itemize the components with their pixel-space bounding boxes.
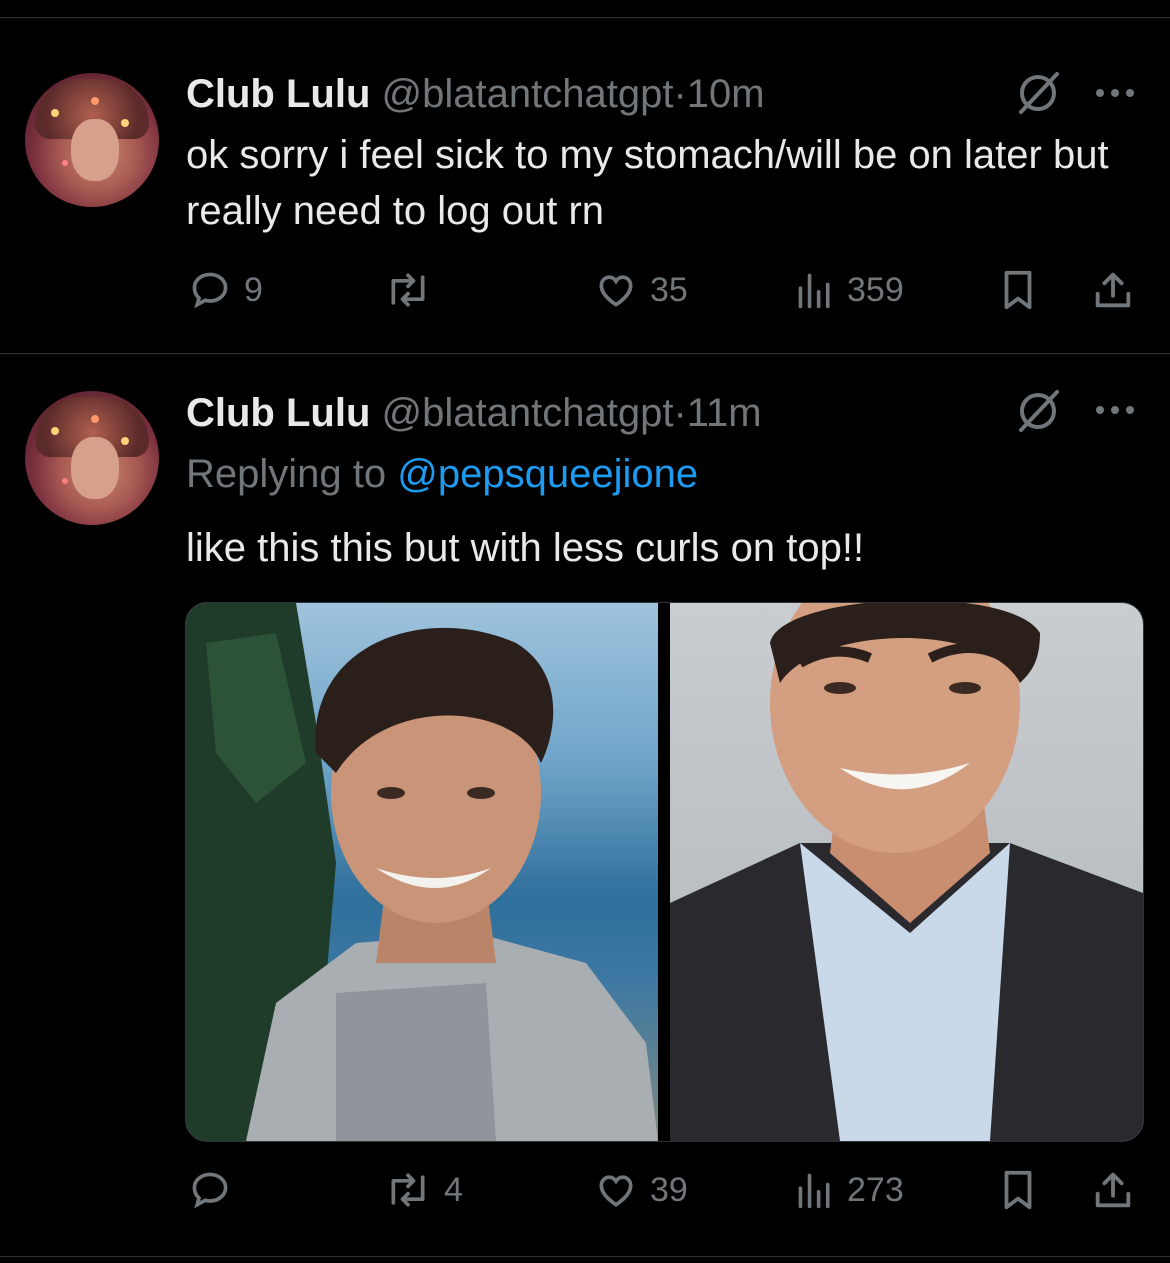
like-count: 35 [650,270,688,309]
reply-button[interactable] [188,1165,244,1215]
tweet-actions: 4 39 273 [0,1165,1170,1215]
like-count: 39 [650,1170,688,1209]
repost-count: 4 [444,1170,463,1209]
replying-to: Replying to @pepsqueejione [186,452,698,497]
user-handle[interactable]: @blatantchatgpt [382,72,674,116]
user-handle[interactable]: @blatantchatgpt [382,391,674,435]
tweet-divider [0,353,1170,354]
bottom-divider [0,1256,1170,1257]
replying-label: Replying to [186,452,387,496]
media-grid[interactable] [185,602,1144,1142]
mention-link[interactable]: @pepsqueejione [397,452,698,496]
repost-icon [391,273,425,307]
reply-count: 9 [244,270,263,309]
bookmark-icon[interactable] [998,267,1038,313]
tweet-header: Club Lulu @blatantchatgpt·11m [186,393,762,433]
share-icon[interactable] [1090,1167,1136,1213]
reply-icon [192,1172,228,1209]
separator-dot: · [673,391,687,435]
display-name[interactable]: Club Lulu [186,72,370,116]
like-button[interactable]: 39 [594,1165,688,1215]
avatar[interactable] [25,73,159,207]
media-photo-left[interactable] [186,603,658,1141]
like-button[interactable]: 35 [594,265,688,315]
more-options-icon[interactable] [1093,403,1139,417]
media-photo-right[interactable] [670,603,1143,1141]
reply-icon [192,272,228,309]
repost-icon [391,1173,425,1207]
tweet-text: like this this but with less curls on to… [186,526,865,570]
timestamp[interactable]: 10m [687,72,765,116]
views-button[interactable]: 359 [795,265,904,315]
grok-icon[interactable] [1015,388,1061,434]
tweet-actions: 9 35 359 [0,265,1170,315]
grok-icon[interactable] [1015,70,1061,116]
views-button[interactable]: 273 [795,1165,904,1215]
views-count: 359 [847,270,904,309]
top-divider [0,17,1170,18]
avatar[interactable] [25,391,159,525]
views-count: 273 [847,1170,904,1209]
heart-icon [599,1175,633,1207]
repost-button[interactable] [384,265,444,315]
tweet-text: ok sorry i feel sick to my stomach/will … [186,133,1109,233]
share-icon[interactable] [1090,267,1136,313]
analytics-icon [798,273,830,309]
heart-icon [599,275,633,307]
tweet-header: Club Lulu @blatantchatgpt·10m [186,74,765,114]
analytics-icon [798,1173,830,1209]
bookmark-icon[interactable] [998,1167,1038,1213]
more-options-icon[interactable] [1093,86,1139,100]
display-name[interactable]: Club Lulu [186,391,370,435]
separator-dot: · [673,72,687,116]
reply-button[interactable]: 9 [188,265,263,315]
timestamp[interactable]: 11m [687,391,762,435]
repost-button[interactable]: 4 [384,1165,463,1215]
